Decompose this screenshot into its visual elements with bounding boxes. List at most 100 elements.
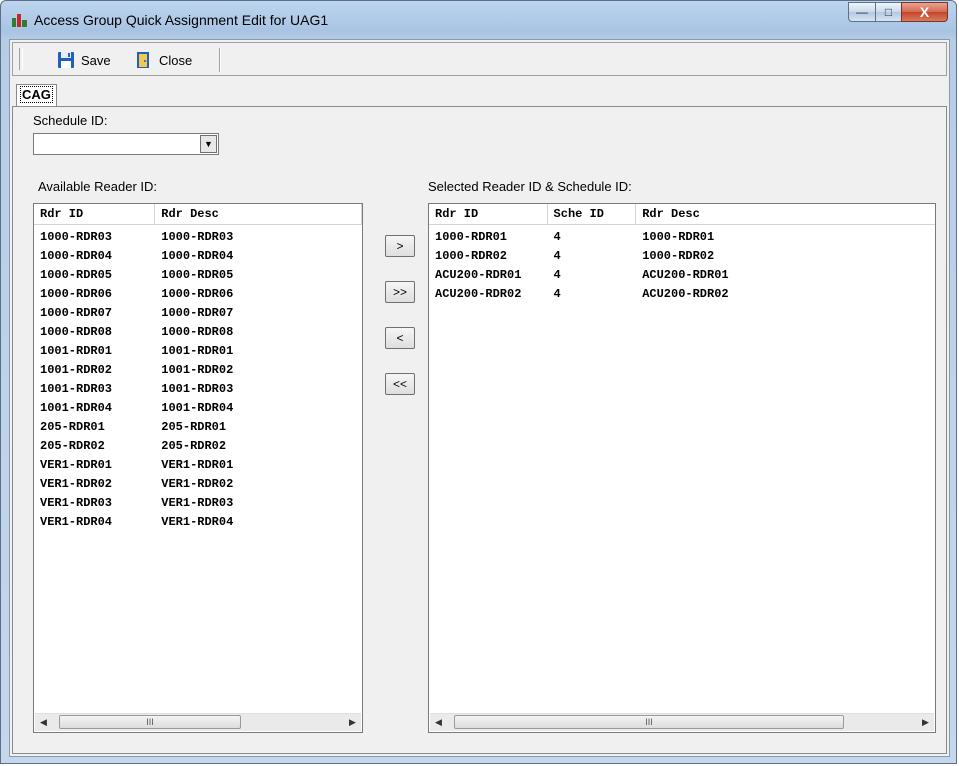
- table-row[interactable]: VER1-RDR02 VER1-RDR02: [34, 475, 362, 494]
- scroll-right-icon[interactable]: ▶: [917, 714, 934, 731]
- table-cell: 1000-RDR05: [161, 268, 234, 282]
- table-cell: 1000-RDR03: [161, 230, 234, 244]
- table-cell: 1000-RDR02: [642, 249, 715, 263]
- table-cell: 1000-RDR05: [40, 268, 113, 282]
- client-area: Save Close CAG Schedule ID: ▼ Available …: [9, 39, 950, 757]
- close-window-button[interactable]: X: [901, 2, 948, 22]
- floppy-disk-icon: [58, 52, 74, 68]
- close-button[interactable]: Close: [135, 50, 192, 70]
- table-cell: 1001-RDR04: [40, 401, 113, 415]
- table-cell: 205-RDR01: [40, 420, 105, 434]
- table-row[interactable]: 205-RDR02 205-RDR02: [34, 437, 362, 456]
- minimize-icon: —: [856, 5, 868, 19]
- table-cell: 1000-RDR06: [161, 287, 234, 301]
- add-all-button[interactable]: >>: [385, 281, 415, 303]
- table-cell: 1000-RDR08: [40, 325, 113, 339]
- table-row[interactable]: 205-RDR01 205-RDR01: [34, 418, 362, 437]
- table-cell: ACU200-RDR02: [642, 287, 729, 301]
- table-cell: 1000-RDR02: [435, 249, 508, 263]
- table-cell: 1000-RDR03: [40, 230, 113, 244]
- tab-strip: CAG: [12, 80, 947, 106]
- table-row[interactable]: 1000-RDR06 1000-RDR06: [34, 285, 362, 304]
- table-cell: 1000-RDR07: [161, 306, 234, 320]
- table-cell: 1000-RDR04: [161, 249, 234, 263]
- table-cell: 1001-RDR03: [161, 382, 234, 396]
- table-cell: ACU200-RDR02: [435, 287, 522, 301]
- table-row[interactable]: 1000-RDR05 1000-RDR05: [34, 266, 362, 285]
- selected-reader-label: Selected Reader ID & Schedule ID:: [428, 179, 632, 194]
- title-bar[interactable]: Access Group Quick Assignment Edit for U…: [1, 1, 956, 39]
- caption-buttons: — □ X: [848, 2, 948, 24]
- table-row[interactable]: 1000-RDR02 4 1000-RDR02: [429, 247, 935, 266]
- table-row[interactable]: 1001-RDR02 1001-RDR02: [34, 361, 362, 380]
- remove-all-button[interactable]: <<: [385, 373, 415, 395]
- table-cell: 1001-RDR03: [40, 382, 113, 396]
- table-cell: 1000-RDR01: [642, 230, 715, 244]
- available-horizontal-scrollbar[interactable]: ◀ III ▶: [35, 713, 361, 731]
- table-cell: 4: [553, 249, 561, 263]
- table-row[interactable]: 1000-RDR07 1000-RDR07: [34, 304, 362, 323]
- table-cell: 1000-RDR06: [40, 287, 113, 301]
- window-title: Access Group Quick Assignment Edit for U…: [34, 12, 329, 28]
- table-row[interactable]: VER1-RDR04 VER1-RDR04: [34, 513, 362, 532]
- tab-cag[interactable]: CAG: [16, 84, 57, 106]
- table-row[interactable]: 1000-RDR01 4 1000-RDR01: [429, 228, 935, 247]
- available-list-header: Rdr ID Rdr Desc: [34, 204, 362, 225]
- dropdown-arrow: ▼: [204, 139, 213, 149]
- column-header-rdr-desc[interactable]: Rdr Desc: [155, 204, 362, 224]
- column-header-rdr-desc[interactable]: Rdr Desc: [636, 204, 935, 224]
- table-cell: 1000-RDR01: [435, 230, 508, 244]
- minimize-button[interactable]: —: [848, 2, 875, 22]
- app-icon: [12, 14, 27, 27]
- close-icon: X: [919, 4, 930, 20]
- selected-list-body: 1000-RDR01 4 1000-RDR01 1000-RDR02 4 1000-RDR…: [429, 228, 935, 304]
- scroll-thumb[interactable]: III: [454, 715, 844, 729]
- table-row[interactable]: 1000-RDR08 1000-RDR08: [34, 323, 362, 342]
- scroll-thumb[interactable]: III: [59, 715, 241, 729]
- column-header-sche-id[interactable]: Sche ID: [548, 204, 637, 224]
- toolbar: Save Close: [12, 42, 947, 76]
- table-row[interactable]: 1000-RDR04 1000-RDR04: [34, 247, 362, 266]
- table-cell: 4: [553, 287, 561, 301]
- table-cell: 205-RDR02: [161, 439, 227, 453]
- table-cell: 1000-RDR04: [40, 249, 113, 263]
- table-row[interactable]: 1000-RDR03 1000-RDR03: [34, 228, 362, 247]
- table-cell: VER1-RDR01: [161, 458, 234, 472]
- scroll-left-icon[interactable]: ◀: [430, 714, 447, 731]
- table-row[interactable]: 1001-RDR04 1001-RDR04: [34, 399, 362, 418]
- scroll-right-icon[interactable]: ▶: [344, 714, 361, 731]
- maximize-icon: □: [884, 5, 893, 19]
- table-cell: 205-RDR02: [40, 439, 105, 453]
- selected-horizontal-scrollbar[interactable]: ◀ III ▶: [430, 713, 934, 731]
- available-reader-list[interactable]: Rdr ID Rdr Desc 1000-RDR03 1000-RDR03 1000…: [33, 203, 363, 733]
- column-header-rdr-id[interactable]: Rdr ID: [429, 204, 548, 224]
- save-button[interactable]: Save: [57, 50, 111, 70]
- exit-door-icon: [137, 52, 149, 68]
- remove-one-button[interactable]: <: [385, 327, 415, 349]
- save-label: Save: [81, 52, 111, 68]
- selected-reader-list[interactable]: Rdr ID Sche ID Rdr Desc 1000-RDR01 4 1000-…: [428, 203, 936, 733]
- table-row[interactable]: VER1-RDR01 VER1-RDR01: [34, 456, 362, 475]
- add-one-button[interactable]: >: [385, 235, 415, 257]
- available-list-body: 1000-RDR03 1000-RDR03 1000-RDR04 1000-RDR04…: [34, 228, 362, 532]
- tab-panel: Schedule ID: ▼ Available Reader ID: Rdr …: [12, 106, 947, 754]
- table-row[interactable]: VER1-RDR03 VER1-RDR03: [34, 494, 362, 513]
- table-row[interactable]: ACU200-RDR01 4 ACU200-RDR01: [429, 266, 935, 285]
- close-label: Close: [159, 52, 193, 68]
- table-row[interactable]: ACU200-RDR02 4 ACU200-RDR02: [429, 285, 935, 304]
- table-cell: 1001-RDR02: [161, 363, 234, 377]
- table-cell: 1001-RDR01: [161, 344, 234, 358]
- table-row[interactable]: 1001-RDR01 1001-RDR01: [34, 342, 362, 361]
- chevron-down-icon[interactable]: ▼: [200, 135, 217, 153]
- column-header-rdr-id[interactable]: Rdr ID: [34, 204, 156, 224]
- table-cell: VER1-RDR03: [40, 496, 113, 510]
- schedule-id-select[interactable]: ▼: [33, 133, 219, 155]
- scroll-left-icon[interactable]: ◀: [35, 714, 52, 731]
- app-window: Access Group Quick Assignment Edit for U…: [0, 0, 957, 764]
- table-row[interactable]: 1001-RDR03 1001-RDR03: [34, 380, 362, 399]
- maximize-button[interactable]: □: [875, 2, 901, 22]
- table-cell: 205-RDR01: [161, 420, 227, 434]
- table-cell: VER1-RDR01: [40, 458, 113, 472]
- available-reader-label: Available Reader ID:: [38, 179, 157, 194]
- schedule-id-label: Schedule ID:: [33, 113, 108, 128]
